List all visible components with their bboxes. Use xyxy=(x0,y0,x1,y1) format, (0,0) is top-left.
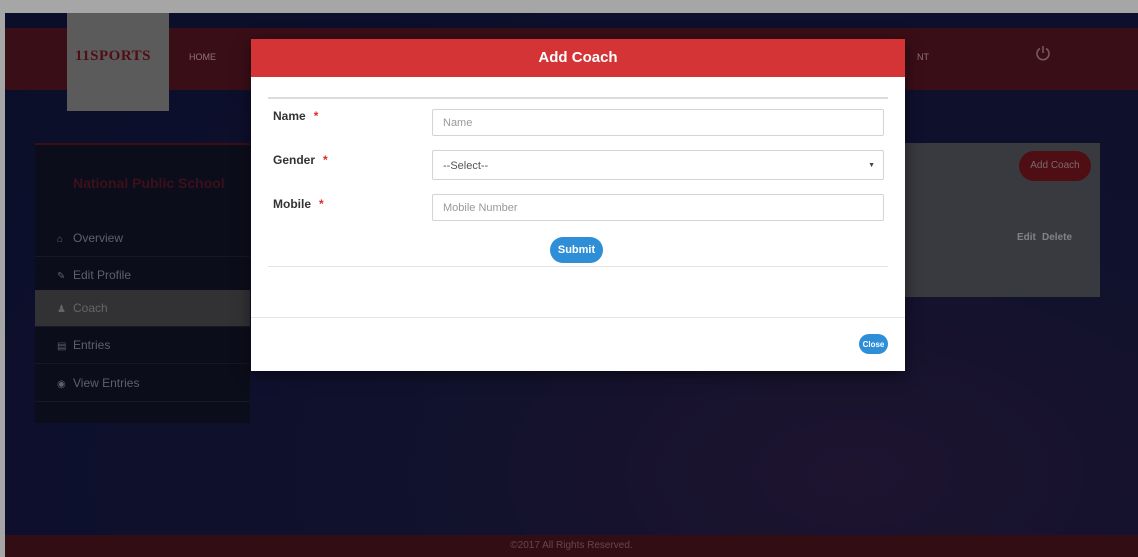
gender-selected-value: --Select-- xyxy=(443,160,489,172)
modal-title: Add Coach xyxy=(251,39,905,77)
name-input[interactable] xyxy=(432,109,884,136)
add-coach-form: Name * Gender * --Select-- ▼ Mobile * Submi… xyxy=(268,97,888,267)
chevron-down-icon: ▼ xyxy=(868,162,875,169)
name-label: Name * xyxy=(273,109,318,123)
modal-footer-divider xyxy=(251,317,905,318)
mobile-label-text: Mobile xyxy=(273,197,311,211)
gender-label-text: Gender xyxy=(273,153,316,167)
required-marker: * xyxy=(323,153,328,167)
submit-button[interactable]: Submit xyxy=(550,237,603,263)
add-coach-modal: Add Coach Name * Gender * --Select-- ▼ Mob… xyxy=(251,39,905,371)
name-label-text: Name xyxy=(273,109,306,123)
gender-select[interactable]: --Select-- ▼ xyxy=(432,150,884,180)
close-button[interactable]: Close xyxy=(859,334,888,354)
required-marker: * xyxy=(313,109,319,123)
mobile-label: Mobile * xyxy=(273,197,324,211)
gender-label: Gender * xyxy=(273,153,328,167)
mobile-input[interactable] xyxy=(432,194,884,221)
required-marker: * xyxy=(319,197,324,211)
